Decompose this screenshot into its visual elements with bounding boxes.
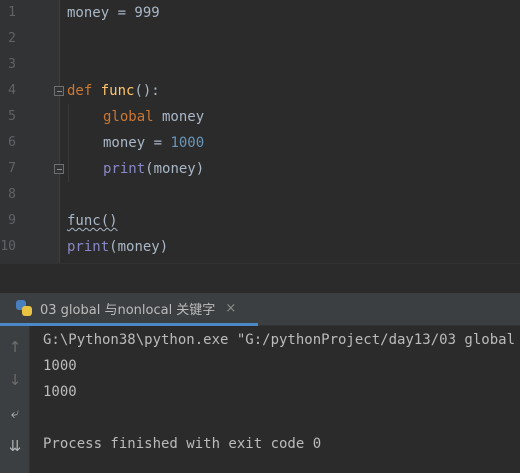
code-var: money bbox=[103, 135, 146, 151]
panel-splitter[interactable] bbox=[0, 263, 520, 293]
code-text: money = 999 bbox=[67, 5, 160, 21]
line-number: 8 bbox=[8, 187, 16, 202]
code-operator: = bbox=[145, 135, 171, 151]
line-number: 5 bbox=[8, 109, 16, 124]
code-rest: (money) bbox=[109, 239, 169, 255]
code-punct: (): bbox=[134, 83, 160, 99]
code-line-5[interactable]: 5 global money bbox=[0, 104, 520, 130]
python-icon bbox=[16, 300, 32, 316]
code-line-9[interactable]: 9 func() bbox=[0, 208, 520, 234]
code-text: print(money) bbox=[67, 234, 168, 260]
run-toolbar: ↑ ↓ ⤶ ⇊ bbox=[0, 326, 30, 473]
code-line-10[interactable]: 10 print(money) bbox=[0, 234, 520, 260]
run-tool-window-header: 03 global 与nonlocal 关键字 × bbox=[0, 293, 520, 326]
keyword-def: def bbox=[67, 83, 93, 99]
soft-wrap-icon[interactable]: ⤶ bbox=[0, 402, 30, 424]
close-icon[interactable]: × bbox=[225, 301, 236, 316]
code-line-8[interactable]: 8 bbox=[0, 182, 520, 208]
code-line-3[interactable]: 3 bbox=[0, 52, 520, 78]
line-number: 10 bbox=[0, 239, 16, 254]
code-number: 1000 bbox=[170, 135, 205, 151]
code-text: func() bbox=[67, 213, 118, 229]
console-line: Process finished with exit code 0 bbox=[43, 436, 322, 452]
line-number: 4 bbox=[8, 83, 16, 98]
code-line-7[interactable]: 7 print(money) bbox=[0, 156, 520, 182]
code-line-4[interactable]: 4 def func(): bbox=[0, 78, 520, 104]
line-number: 2 bbox=[8, 31, 16, 46]
line-number: 7 bbox=[8, 161, 16, 176]
console-line: 1000 bbox=[43, 384, 77, 400]
code-text: def func(): bbox=[67, 78, 160, 104]
function-name: func bbox=[100, 83, 135, 99]
builtin-print: print bbox=[103, 161, 146, 177]
up-arrow-icon[interactable]: ↑ bbox=[0, 336, 30, 358]
run-tab[interactable]: 03 global 与nonlocal 关键字 × bbox=[0, 293, 258, 326]
code-line-2[interactable]: 2 bbox=[0, 26, 520, 52]
code-line-1[interactable]: 1 money = 999 bbox=[0, 0, 520, 26]
line-number: 9 bbox=[8, 213, 16, 228]
scroll-to-end-icon[interactable]: ⇊ bbox=[0, 435, 30, 457]
code-text: global money bbox=[103, 104, 204, 130]
keyword-global: global bbox=[103, 109, 154, 125]
code-text: money = 1000 bbox=[103, 130, 204, 156]
fold-marker-icon[interactable] bbox=[54, 86, 64, 96]
line-number: 6 bbox=[8, 135, 16, 150]
down-arrow-icon[interactable]: ↓ bbox=[0, 369, 30, 391]
console-line: G:\Python38\python.exe "G:/pythonProject… bbox=[43, 332, 516, 348]
code-rest: money bbox=[153, 109, 205, 125]
code-line-6[interactable]: 6 money = 1000 bbox=[0, 130, 520, 156]
code-text: print(money) bbox=[103, 156, 204, 182]
line-number: 3 bbox=[8, 57, 16, 72]
line-number: 1 bbox=[8, 5, 16, 20]
builtin-print: print bbox=[67, 239, 110, 255]
run-tab-label: 03 global 与nonlocal 关键字 bbox=[40, 302, 216, 318]
code-editor[interactable]: 1 money = 999 2 3 4 def func(): 5 global… bbox=[0, 0, 520, 263]
run-console[interactable]: G:\Python38\python.exe "G:/pythonProject… bbox=[30, 326, 520, 473]
fold-end-icon[interactable] bbox=[54, 164, 64, 174]
code-rest: (money) bbox=[145, 161, 205, 177]
console-line: 1000 bbox=[43, 358, 77, 374]
